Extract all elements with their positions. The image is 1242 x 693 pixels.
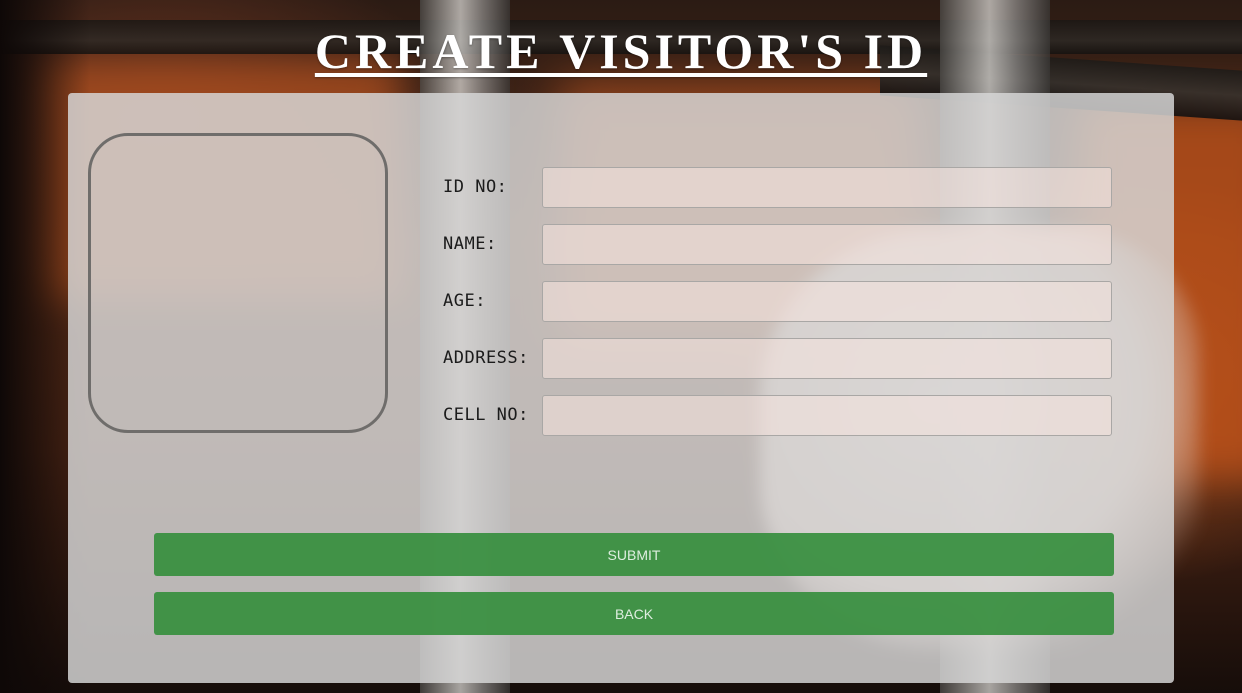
address-label: ADDRESS: <box>443 348 529 368</box>
form-row-cell-no: CELL NO: <box>443 395 1113 436</box>
cell-no-label: CELL NO: <box>443 405 529 425</box>
submit-button[interactable]: SUBMIT <box>154 533 1114 576</box>
cell-no-input[interactable] <box>542 395 1112 436</box>
back-button[interactable]: BACK <box>154 592 1114 635</box>
address-input[interactable] <box>542 338 1112 379</box>
form-row-age: AGE: <box>443 281 1113 322</box>
form-row-name: NAME: <box>443 224 1113 265</box>
id-no-label: ID NO: <box>443 177 508 197</box>
form-row-id-no: ID NO: <box>443 167 1113 208</box>
id-no-input[interactable] <box>542 167 1112 208</box>
name-input[interactable] <box>542 224 1112 265</box>
name-label: NAME: <box>443 234 497 254</box>
age-label: AGE: <box>443 291 486 311</box>
visitor-form-panel: ID NO: NAME: AGE: ADDRESS: CELL NO: SUBM… <box>68 93 1174 683</box>
page-title: CREATE VISITOR'S ID <box>314 23 928 79</box>
form-row-address: ADDRESS: <box>443 338 1113 379</box>
photo-placeholder[interactable] <box>88 133 388 433</box>
age-input[interactable] <box>542 281 1112 322</box>
